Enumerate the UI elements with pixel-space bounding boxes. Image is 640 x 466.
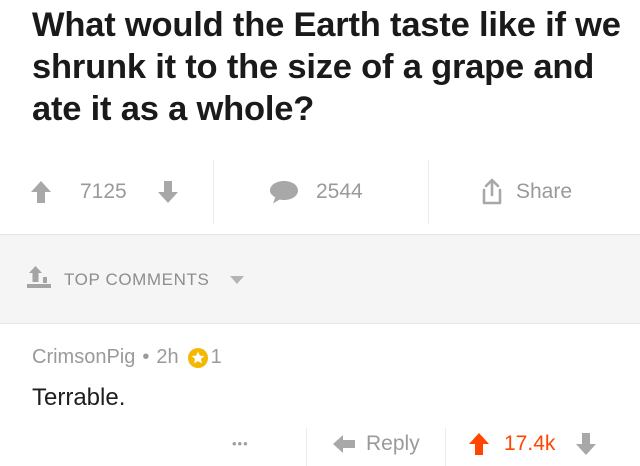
more-options-button[interactable]: ••• (232, 436, 249, 451)
comment-count: 2544 (316, 180, 363, 203)
post-title: What would the Earth taste like if we sh… (32, 6, 621, 128)
meta-separator: • (142, 346, 150, 368)
upvote-icon[interactable] (30, 180, 52, 204)
divider (306, 428, 307, 466)
comment-author[interactable]: CrimsonPig (32, 346, 135, 369)
comment-score: 17.4k (504, 432, 556, 455)
award-count: 1 (210, 346, 222, 368)
post-action-bar: 7125 2544 Share (0, 150, 640, 235)
sort-label: TOP COMMENTS (64, 269, 210, 289)
share-label: Share (516, 180, 573, 203)
vote-control: 7125 (30, 150, 179, 234)
post-score: 7125 (80, 180, 127, 203)
sort-dropdown[interactable]: TOP COMMENTS (26, 265, 245, 294)
top-sort-icon (26, 265, 52, 294)
comment-age: 2h (156, 346, 179, 368)
comment-bubble-icon (268, 179, 300, 205)
comments-button[interactable]: 2544 (268, 150, 363, 234)
downvote-icon[interactable] (157, 180, 179, 204)
divider (445, 428, 446, 466)
comment-sort-bar: TOP COMMENTS (0, 235, 640, 324)
downvote-icon[interactable] (575, 432, 597, 456)
upvote-icon[interactable] (468, 432, 490, 456)
reply-arrow-icon (332, 433, 356, 455)
divider (428, 160, 429, 224)
reply-button[interactable]: Reply (332, 432, 420, 456)
comment-meta: CrimsonPig • 2h 1 (32, 346, 222, 369)
share-button[interactable]: Share (480, 150, 572, 234)
comment-actions: ••• Reply 17.4k (0, 428, 640, 466)
comment: CrimsonPig • 2h 1 Terrable. ••• Reply 17… (0, 324, 640, 466)
comment-body: Terrable. (32, 384, 126, 411)
chevron-down-icon (229, 270, 245, 290)
reply-label: Reply (366, 432, 420, 455)
gold-award-icon (187, 347, 209, 369)
comment-vote-control: 17.4k (468, 432, 597, 456)
divider (213, 160, 214, 224)
share-icon (480, 178, 504, 206)
